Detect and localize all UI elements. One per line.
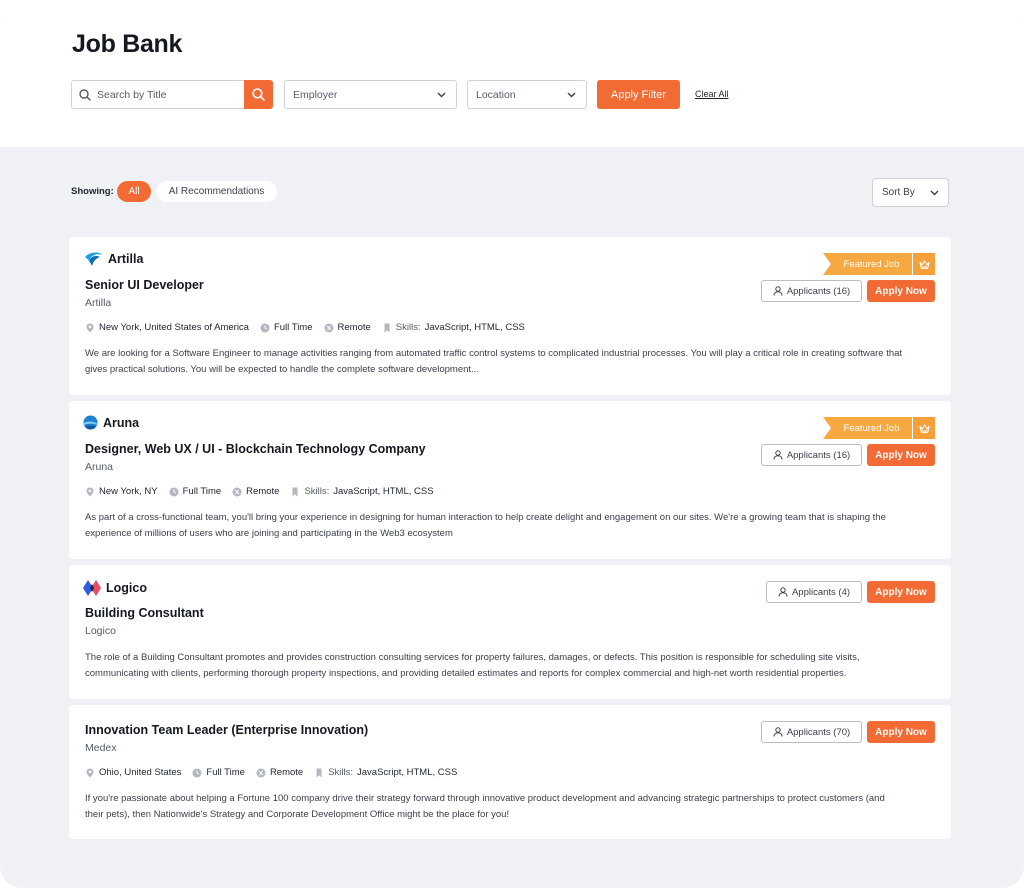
meta-skills: Skills: JavaScript, HTML, CSS	[290, 486, 434, 497]
user-icon	[778, 587, 788, 597]
job-title[interactable]: Designer, Web UX / UI - Blockchain Techn…	[85, 442, 426, 456]
meta-job-type: Full Time	[260, 322, 313, 333]
job-title[interactable]: Innovation Team Leader (Enterprise Innov…	[85, 723, 368, 737]
logico-logo-icon	[83, 580, 101, 596]
job-title[interactable]: Senior UI Developer	[85, 278, 204, 292]
company-name: Logico	[85, 625, 116, 637]
company-logo: Artilla	[83, 251, 143, 267]
company-name: Aruna	[85, 461, 114, 473]
meta-job-type: Full Time	[169, 486, 221, 497]
company-logo-name: Aruna	[103, 415, 140, 430]
user-icon	[773, 727, 783, 737]
page-frame: Job Bank Employer Location Apply Filter …	[0, 0, 1024, 888]
showing-label: Showing:	[71, 186, 114, 197]
clock-icon	[192, 768, 202, 777]
location-select[interactable]: Location	[467, 80, 587, 109]
chevron-down-icon	[930, 190, 939, 196]
featured-badge: Featured Job	[823, 417, 935, 439]
job-meta: Ohio, United States Full Time Remote Ski…	[85, 767, 468, 778]
clock-icon	[169, 487, 179, 496]
featured-badge: Featured Job	[823, 253, 935, 275]
search-icon	[79, 88, 91, 106]
globe-icon	[324, 323, 334, 332]
sort-by-select[interactable]: Sort By	[872, 178, 949, 207]
applicants-button[interactable]: Applicants (70)	[761, 721, 862, 743]
crown-icon	[919, 259, 929, 269]
job-meta: New York, United States of America Full …	[85, 322, 536, 333]
apply-now-button[interactable]: Apply Now	[867, 581, 935, 603]
company-name: Medex	[85, 742, 117, 754]
clear-all-link[interactable]: Clear All	[695, 89, 729, 99]
job-card: Aruna Designer, Web UX / UI - Blockchain…	[69, 401, 951, 559]
company-logo-name: Logico	[106, 581, 147, 595]
artilla-logo-icon	[85, 252, 102, 266]
meta-location: Ohio, United States	[85, 767, 181, 778]
location-pin-icon	[86, 768, 94, 777]
featured-label: Featured Job	[823, 417, 912, 439]
job-card: Logico Building Consultant Logico The ro…	[69, 565, 951, 699]
search-input[interactable]	[97, 85, 242, 105]
company-name: Artilla	[85, 297, 112, 309]
bookmark-icon	[292, 487, 298, 496]
crown-icon	[919, 423, 929, 433]
search-button[interactable]	[244, 80, 273, 109]
bookmark-icon	[316, 768, 322, 777]
search-field[interactable]	[71, 80, 273, 109]
job-description: The role of a Building Consultant promot…	[85, 652, 860, 679]
location-select-label: Location	[476, 89, 516, 101]
filter-pill-ai-recommendations[interactable]: AI Recommendations	[156, 181, 277, 202]
job-meta: New York, NY Full Time Remote Skills: Ja…	[85, 486, 445, 497]
job-description: We are looking for a Software Engineer t…	[85, 348, 903, 375]
meta-location: New York, NY	[85, 486, 158, 497]
search-icon	[252, 88, 265, 101]
meta-skills: Skills: JavaScript, HTML, CSS	[314, 767, 457, 778]
applicants-button[interactable]: Applicants (16)	[761, 280, 862, 302]
job-title[interactable]: Building Consultant	[85, 606, 204, 620]
job-card: Innovation Team Leader (Enterprise Innov…	[69, 705, 951, 839]
meta-job-type: Full Time	[192, 767, 245, 778]
company-logo: Logico	[83, 580, 147, 596]
filter-pill-all[interactable]: All	[117, 181, 151, 202]
sort-by-label: Sort By	[882, 187, 915, 198]
meta-location: New York, United States of America	[85, 322, 249, 333]
page-title: Job Bank	[72, 30, 183, 58]
location-pin-icon	[86, 323, 94, 332]
user-icon	[773, 450, 783, 460]
employer-select[interactable]: Employer	[284, 80, 457, 109]
chevron-down-icon	[437, 92, 446, 98]
meta-work-mode: Remote	[324, 322, 371, 333]
meta-skills: Skills: JavaScript, HTML, CSS	[382, 322, 525, 333]
featured-label: Featured Job	[823, 253, 912, 275]
header-bar: Job Bank Employer Location Apply Filter …	[0, 0, 1024, 147]
applicants-button[interactable]: Applicants (4)	[766, 581, 862, 603]
applicants-button[interactable]: Applicants (16)	[761, 444, 862, 466]
globe-icon	[256, 768, 266, 777]
apply-now-button[interactable]: Apply Now	[867, 280, 935, 302]
apply-now-button[interactable]: Apply Now	[867, 721, 935, 743]
user-icon	[773, 286, 783, 296]
employer-select-label: Employer	[293, 89, 338, 101]
location-pin-icon	[86, 487, 94, 496]
clock-icon	[260, 323, 270, 332]
bookmark-icon	[384, 323, 390, 332]
meta-work-mode: Remote	[256, 767, 303, 778]
company-logo-name: Artilla	[108, 252, 144, 266]
job-description: As part of a cross-functional team, you'…	[85, 512, 886, 539]
chevron-down-icon	[567, 92, 576, 98]
globe-icon	[232, 487, 242, 496]
apply-now-button[interactable]: Apply Now	[867, 444, 935, 466]
aruna-logo-icon	[83, 415, 98, 430]
company-logo: Aruna	[83, 415, 139, 430]
job-description: If you're passionate about helping a For…	[85, 793, 885, 820]
apply-filter-button[interactable]: Apply Filter	[597, 80, 680, 109]
job-card: Artilla Senior UI Developer Artilla New …	[69, 237, 951, 395]
meta-work-mode: Remote	[232, 486, 279, 497]
